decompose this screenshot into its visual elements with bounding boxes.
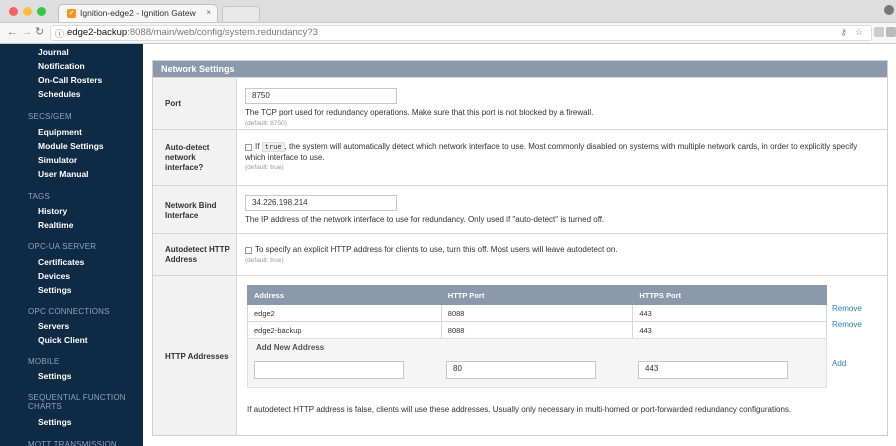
sidebar-item[interactable]: Journal	[38, 47, 69, 57]
table-row: edge2 8088 443	[247, 304, 827, 322]
auto-detect-default: (default: true)	[245, 164, 284, 171]
sidebar-item[interactable]: Certificates	[38, 257, 84, 267]
bind-interface-label: Network Bind Interface	[165, 201, 217, 220]
star-icon[interactable]: ☆	[855, 27, 863, 38]
port-description: The TCP port used for redundancy operati…	[245, 108, 594, 117]
remove-link[interactable]: Remove	[832, 320, 862, 329]
sidebar-section-heading: SECS/GEM	[28, 112, 72, 121]
url-field[interactable]: ⓘ edge2-backup:8088/main/web/config/syst…	[50, 25, 872, 41]
close-window-button[interactable]	[9, 7, 18, 16]
auto-detect-row: Auto-detect network interface? If true, …	[153, 129, 887, 185]
sidebar-item[interactable]: Simulator	[38, 155, 77, 165]
sidebar-item[interactable]: User Manual	[38, 169, 89, 179]
sidebar-item[interactable]: Module Settings	[38, 141, 104, 151]
sidebar-section-heading: OPC-UA SERVER	[28, 242, 97, 251]
http-addresses-description: If autodetect HTTP address is false, cli…	[247, 405, 792, 414]
sidebar-item[interactable]: Equipment	[38, 127, 82, 137]
panel-title: Network Settings	[153, 61, 887, 77]
sidebar: Journal Notification On-Call Rosters Schedu…	[0, 44, 143, 446]
menu-icon[interactable]	[886, 27, 896, 37]
url-path: :8088/main/web/config/system.redundancy?…	[127, 27, 318, 38]
column-header-address: Address	[247, 285, 442, 305]
forward-icon[interactable]: →	[21, 26, 32, 38]
table-row: edge2-backup 8088 443	[247, 321, 827, 339]
sidebar-item[interactable]: Schedules	[38, 89, 81, 99]
port-default: (default: 8750)	[245, 120, 287, 127]
sidebar-item[interactable]: Realtime	[38, 220, 73, 230]
key-icon[interactable]: ⚷	[840, 27, 847, 38]
address-bar: ← → ↻ ⓘ edge2-backup:8088/main/web/confi…	[0, 23, 896, 44]
http-port-cell: 8088	[440, 321, 634, 339]
sidebar-section-heading: CHARTS	[28, 402, 62, 411]
port-label: Port	[165, 99, 181, 108]
new-http-port-input[interactable]: 80	[446, 361, 596, 379]
info-icon[interactable]: ⓘ	[55, 27, 64, 40]
tab-title: Ignition-edge2 - Ignition Gatew	[80, 8, 196, 18]
sidebar-item[interactable]: History	[38, 206, 67, 216]
auto-detect-description-line2: which interface to use.	[245, 153, 325, 162]
sidebar-item[interactable]: Servers	[38, 321, 69, 331]
sidebar-item[interactable]: Settings	[38, 417, 72, 427]
code-true: true	[261, 142, 285, 152]
https-port-cell: 443	[632, 304, 827, 322]
new-address-input[interactable]	[254, 361, 404, 379]
autodetect-http-checkbox[interactable]	[245, 247, 252, 254]
maximize-window-button[interactable]	[37, 7, 46, 16]
reload-icon[interactable]: ↻	[35, 26, 44, 38]
address-cell: edge2	[247, 304, 442, 322]
close-tab-icon[interactable]: ×	[206, 8, 211, 17]
bind-interface-description: The IP address of the network interface …	[245, 215, 605, 224]
browser-tab[interactable]: ✓ Ignition-edge2 - Ignition Gatew ×	[58, 4, 218, 22]
sidebar-section-heading: MOBILE	[28, 357, 60, 366]
autodetect-http-default: (default: true)	[245, 257, 284, 264]
http-addresses-row: HTTP Addresses Address HTTP Port HTTPS P…	[153, 275, 887, 435]
sidebar-item[interactable]: On-Call Rosters	[38, 75, 102, 85]
sidebar-section-heading: TAGS	[28, 192, 50, 201]
port-row: Port 8750 The TCP port used for redundan…	[153, 77, 887, 129]
http-port-cell: 8088	[440, 304, 634, 322]
new-https-port-input[interactable]: 443	[638, 361, 788, 379]
column-header-https-port: HTTPS Port	[632, 285, 827, 305]
new-tab-button[interactable]	[222, 6, 260, 21]
sidebar-item[interactable]: Devices	[38, 271, 70, 281]
auto-detect-description: If true, the system will automatically d…	[255, 142, 858, 152]
back-icon[interactable]: ←	[7, 26, 18, 38]
bind-interface-row: Network Bind Interface 34.226.198.214 Th…	[153, 185, 887, 233]
profile-icon[interactable]	[884, 5, 894, 15]
http-addresses-table: Address HTTP Port HTTPS Port edge2 8088 …	[247, 285, 827, 339]
add-address-link[interactable]: Add	[832, 359, 846, 368]
port-input[interactable]: 8750	[245, 88, 397, 104]
remove-link[interactable]: Remove	[832, 304, 862, 313]
sidebar-item[interactable]: Settings	[38, 285, 72, 295]
sidebar-section-heading: SEQUENTIAL FUNCTION	[28, 393, 126, 402]
autodetect-http-description: To specify an explicit HTTP address for …	[255, 245, 618, 254]
https-port-cell: 443	[632, 321, 827, 339]
auto-detect-checkbox[interactable]	[245, 144, 252, 151]
minimize-window-button[interactable]	[23, 7, 32, 16]
sidebar-section-heading: OPC CONNECTIONS	[28, 307, 110, 316]
ignition-favicon-icon: ✓	[67, 9, 76, 18]
auto-detect-label: Auto-detect network interface?	[165, 143, 210, 172]
column-header-http-port: HTTP Port	[440, 285, 634, 305]
sidebar-section-heading: MQTT TRANSMISSION	[28, 440, 117, 446]
autodetect-http-row: Autodetect HTTP Address To specify an ex…	[153, 233, 887, 275]
network-settings-panel: Network Settings Port 8750 The TCP port …	[152, 60, 888, 436]
http-addresses-label: HTTP Addresses	[165, 352, 229, 361]
bind-interface-input[interactable]: 34.226.198.214	[245, 195, 397, 211]
add-new-address-box: Add New Address 80 443	[247, 338, 827, 388]
sidebar-item[interactable]: Settings	[38, 371, 72, 381]
url-host: edge2-backup	[67, 27, 128, 38]
extension-icon[interactable]	[874, 27, 884, 37]
sidebar-item[interactable]: Notification	[38, 61, 85, 71]
autodetect-http-label: Autodetect HTTP Address	[165, 245, 230, 264]
sidebar-item[interactable]: Quick Client	[38, 335, 88, 345]
address-cell: edge2-backup	[247, 321, 442, 339]
browser-tab-bar: ✓ Ignition-edge2 - Ignition Gatew ×	[0, 0, 896, 23]
add-new-address-title: Add New Address	[256, 343, 325, 352]
